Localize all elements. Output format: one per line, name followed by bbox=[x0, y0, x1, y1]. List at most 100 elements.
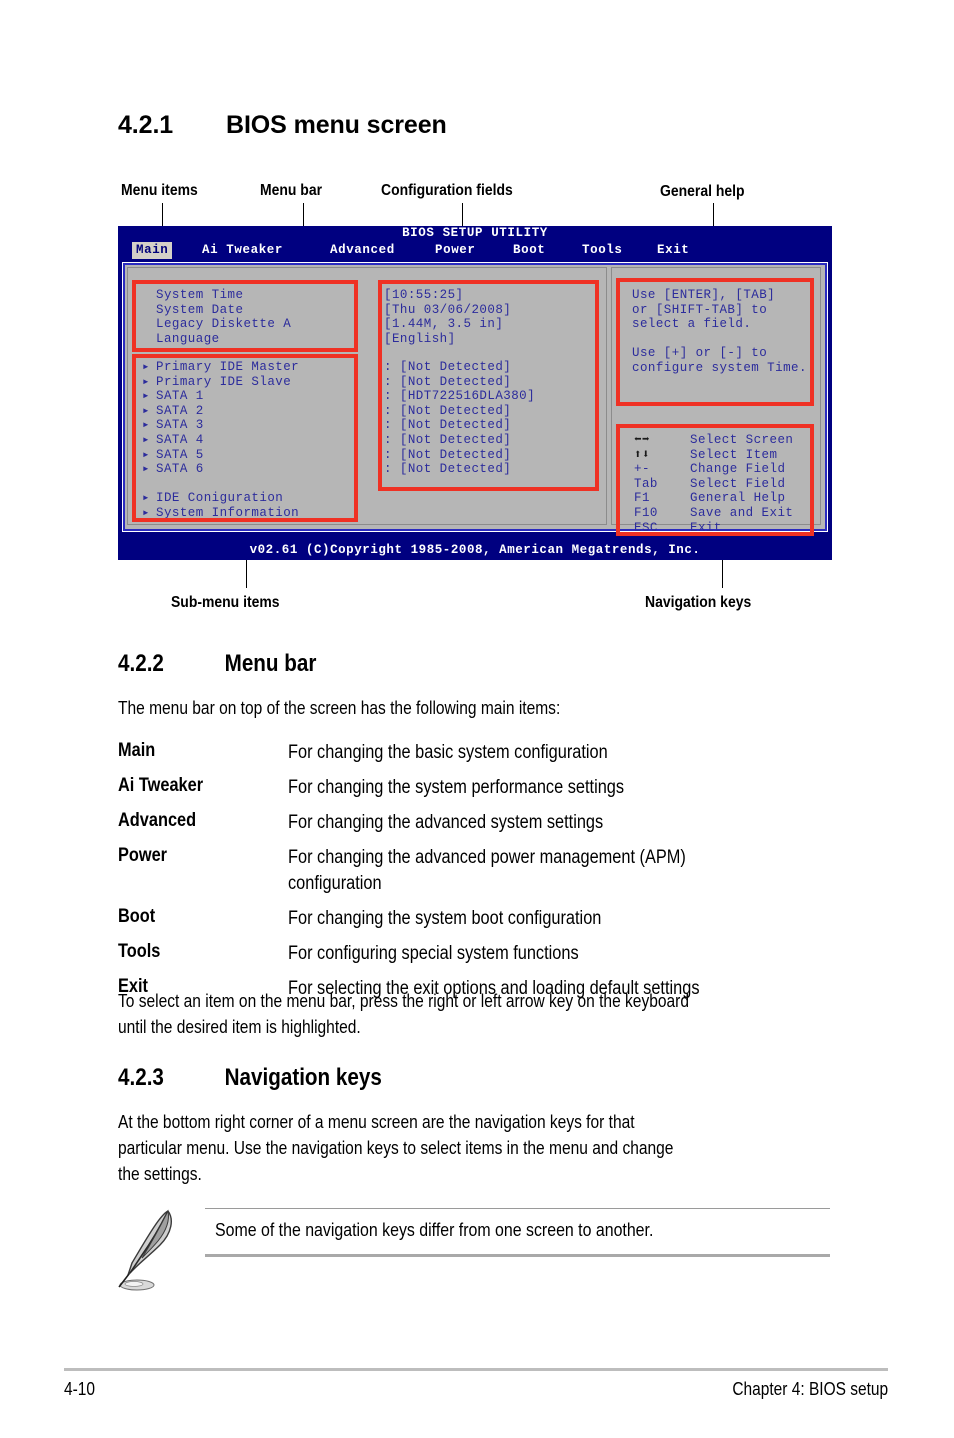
bios-menu-item-system-date[interactable]: System Date bbox=[156, 303, 243, 318]
bios-submenu-item-sata-2[interactable]: SATA 2 bbox=[156, 404, 204, 419]
menu-def-row-ai-tweaker: Ai Tweaker For changing the system perfo… bbox=[118, 775, 848, 801]
bios-submenu-arrow-6: ▸ bbox=[142, 447, 150, 462]
bios-nav-action-select-field: Select Field bbox=[690, 476, 786, 491]
bios-submenu-item-sata-5[interactable]: SATA 5 bbox=[156, 448, 204, 463]
note-text: Some of the navigation keys differ from … bbox=[215, 1219, 654, 1240]
bios-value-primary-ide-slave: : [Not Detected] bbox=[384, 374, 512, 389]
bios-value-legacy-diskette-a[interactable]: [1.44M, 3.5 in] bbox=[384, 317, 503, 332]
callout-general-help: General help bbox=[660, 183, 745, 200]
heading-4-2-3-title: Navigation keys bbox=[224, 1064, 382, 1091]
bios-value-sata-2: : [Not Detected] bbox=[384, 403, 512, 418]
bios-tab-boot[interactable]: Boot bbox=[509, 242, 549, 259]
bios-submenu-item-primary-ide-slave[interactable]: Primary IDE Slave bbox=[156, 375, 291, 390]
callout-configuration-fields: Configuration fields bbox=[381, 182, 513, 199]
bios-setup-screenshot: BIOS SETUP UTILITY Main Ai Tweaker Advan… bbox=[118, 226, 832, 560]
page-number: 4-10 bbox=[64, 1379, 95, 1399]
bios-title: BIOS SETUP UTILITY bbox=[402, 226, 548, 240]
bios-nav-action-general-help: General Help bbox=[690, 491, 786, 506]
heading-4-2-1-number: 4.2.1 bbox=[118, 111, 174, 139]
bios-tab-ai-tweaker[interactable]: Ai Tweaker bbox=[198, 242, 287, 259]
bios-nav-action-save-and-exit: Save and Exit bbox=[690, 506, 794, 520]
heading-4-2-3: 4.2.3 Navigation keys bbox=[118, 1064, 382, 1092]
bios-submenu-arrow-1: ▸ bbox=[142, 374, 150, 389]
menu-def-row-power: Power For changing the advanced power ma… bbox=[118, 845, 848, 897]
bios-value-primary-ide-master: : [Not Detected] bbox=[384, 360, 512, 374]
bios-right-pane: Use [ENTER], [TAB] or [SHIFT-TAB] to sel… bbox=[611, 267, 821, 536]
document-page: 4.2.1 BIOS menu screen Menu items Menu ba… bbox=[0, 0, 954, 1438]
bios-nav-action-change-field: Change Field bbox=[690, 462, 786, 477]
menu-def-term-tools: Tools bbox=[118, 941, 161, 962]
bios-tab-tools[interactable]: Tools bbox=[578, 242, 627, 259]
bios-submenu-item-sata-4[interactable]: SATA 4 bbox=[156, 433, 204, 448]
bios-submenu-item-sata-6[interactable]: SATA 6 bbox=[156, 462, 204, 477]
bios-nav-action-select-item: Select Item bbox=[690, 447, 778, 462]
bios-general-help-text: Use [ENTER], [TAB] or [SHIFT-TAB] to sel… bbox=[632, 288, 807, 375]
bios-nav-key-select-field: Tab bbox=[634, 476, 658, 491]
bios-submenu-item-sata-1[interactable]: SATA 1 bbox=[156, 389, 204, 404]
menu-def-term-advanced: Advanced bbox=[118, 810, 197, 831]
footer-rule bbox=[64, 1368, 888, 1371]
callout-sub-menu-items: Sub-menu items bbox=[171, 594, 280, 611]
menu-def-desc-tools: For configuring special system functions bbox=[288, 943, 579, 964]
callout-menu-items: Menu items bbox=[121, 182, 198, 199]
menu-def-desc-main: For changing the basic system configurat… bbox=[288, 742, 608, 763]
heading-4-2-2-number: 4.2.2 bbox=[118, 650, 164, 677]
bios-value-language[interactable]: [English] bbox=[384, 332, 456, 347]
quill-pen-icon bbox=[118, 1209, 172, 1291]
bios-value-sata-6: : [Not Detected] bbox=[384, 462, 512, 477]
bios-submenu-arrow-8: ▸ bbox=[142, 491, 150, 506]
bios-menu-bar: Main Ai Tweaker Advanced Power Boot Tool… bbox=[118, 241, 832, 260]
bios-tab-exit[interactable]: Exit bbox=[653, 242, 693, 259]
menu-def-term-boot: Boot bbox=[118, 906, 156, 927]
bios-nav-key-change-field: +- bbox=[634, 462, 650, 477]
bios-submenu-arrow-5: ▸ bbox=[142, 433, 150, 447]
bios-content-area: System Time System Date Legacy Diskette … bbox=[122, 262, 828, 536]
bios-menu-item-system-time[interactable]: System Time bbox=[156, 288, 243, 303]
menu-def-term-main: Main bbox=[118, 740, 156, 761]
bios-submenu-item-ide-configuration[interactable]: IDE Coniguration bbox=[156, 491, 283, 506]
menu-def-term-power: Power bbox=[118, 845, 168, 866]
bios-nav-key-select-screen-icon: ⬅➡ bbox=[634, 433, 650, 447]
menu-bar-intro-text: The menu bar on top of the screen has th… bbox=[118, 697, 561, 718]
menu-def-desc-ai-tweaker: For changing the system performance sett… bbox=[288, 777, 625, 798]
note-callout-box: Some of the navigation keys differ from … bbox=[205, 1208, 830, 1257]
menu-def-row-tools: Tools For configuring special system fun… bbox=[118, 941, 848, 967]
bios-tab-power[interactable]: Power bbox=[431, 242, 480, 259]
bios-nav-action-select-screen: Select Screen bbox=[690, 433, 794, 447]
menu-def-row-advanced: Advanced For changing the advanced syste… bbox=[118, 810, 848, 836]
bios-value-system-date[interactable]: [Thu 03/06/2008] bbox=[384, 303, 511, 318]
bios-value-sata-4: : [Not Detected] bbox=[384, 433, 512, 447]
menu-def-desc-advanced: For changing the advanced system setting… bbox=[288, 812, 604, 833]
bios-value-system-time[interactable]: [10:55:25] bbox=[384, 288, 464, 303]
bios-left-pane: System Time System Date Legacy Diskette … bbox=[127, 267, 607, 525]
bios-nav-key-save-and-exit: F10 bbox=[634, 506, 658, 520]
chapter-label: Chapter 4: BIOS setup bbox=[732, 1379, 888, 1399]
heading-4-2-1-title: BIOS menu screen bbox=[226, 111, 447, 139]
menu-def-term-ai-tweaker: Ai Tweaker bbox=[118, 775, 204, 796]
bios-submenu-arrow-0: ▸ bbox=[142, 360, 150, 374]
bios-menu-item-legacy-diskette-a[interactable]: Legacy Diskette A bbox=[156, 317, 291, 332]
heading-4-2-3-number: 4.2.3 bbox=[118, 1064, 164, 1091]
bios-submenu-arrow-2: ▸ bbox=[142, 389, 150, 404]
bios-submenu-item-sata-3[interactable]: SATA 3 bbox=[156, 418, 204, 433]
bios-submenu-arrow-4: ▸ bbox=[142, 418, 150, 433]
bios-submenu-item-system-information[interactable]: System Information bbox=[156, 506, 299, 521]
bios-submenu-item-primary-ide-master[interactable]: Primary IDE Master bbox=[156, 360, 299, 375]
menu-def-row-main: Main For changing the basic system confi… bbox=[118, 740, 848, 766]
heading-4-2-2: 4.2.2 Menu bar bbox=[118, 650, 316, 678]
menu-def-desc-boot: For changing the system boot configurati… bbox=[288, 908, 602, 929]
bios-nav-key-select-item-icon: ⬆⬇ bbox=[634, 447, 650, 462]
bios-value-sata-3: : [Not Detected] bbox=[384, 418, 512, 433]
callout-navigation-keys: Navigation keys bbox=[645, 594, 752, 611]
navigation-keys-body-text: At the bottom right corner of a menu scr… bbox=[118, 1111, 674, 1184]
menu-def-desc-power: For changing the advanced power manageme… bbox=[288, 847, 686, 894]
heading-4-2-2-title: Menu bar bbox=[224, 650, 317, 677]
bios-menu-item-language[interactable]: Language bbox=[156, 332, 220, 347]
bios-tab-main[interactable]: Main bbox=[132, 242, 173, 259]
bios-value-sata-1: : [HDT722516DLA380] bbox=[384, 389, 536, 404]
bios-tab-advanced[interactable]: Advanced bbox=[326, 242, 399, 259]
bios-submenu-arrow-3: ▸ bbox=[142, 403, 150, 418]
bios-copyright-footer: v02.61 (C)Copyright 1985-2008, American … bbox=[118, 540, 832, 560]
callout-menu-bar: Menu bar bbox=[260, 182, 323, 199]
bios-nav-action-exit: Exit bbox=[690, 520, 722, 535]
